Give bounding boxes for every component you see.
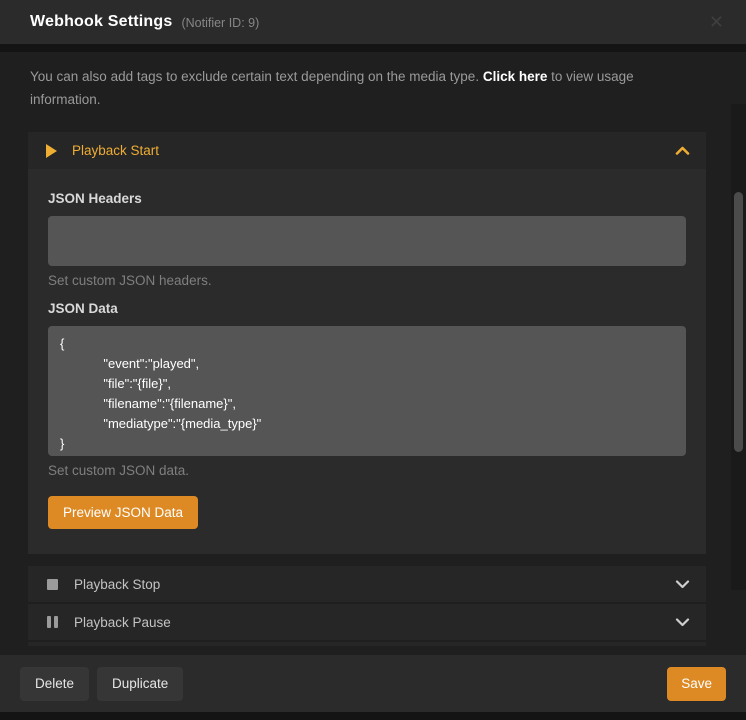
modal-body: You can also add tags to exclude certain…: [0, 52, 746, 655]
click-here-link[interactable]: Click here: [483, 69, 548, 84]
accordion-header-playback-pause[interactable]: Playback Pause: [28, 604, 706, 640]
preview-json-data-button[interactable]: Preview JSON Data: [48, 496, 198, 529]
modal-title: Webhook Settings: [30, 13, 172, 31]
duplicate-button[interactable]: Duplicate: [97, 667, 183, 701]
play-icon: [46, 144, 57, 158]
trigger-accordion: Playback Start JSON Headers Set custom J…: [28, 132, 706, 646]
panel-playback-pause: Playback Pause: [28, 604, 706, 640]
json-data-label: JSON Data: [48, 301, 686, 316]
panel-body-playback-start: JSON Headers Set custom JSON headers. JS…: [28, 169, 706, 554]
accordion-header-playback-stop[interactable]: Playback Stop: [28, 566, 706, 602]
accordion-label: Playback Stop: [74, 577, 160, 592]
chevron-up-icon[interactable]: [675, 146, 690, 155]
next-panel-cut-off: [28, 642, 706, 646]
json-data-hint: Set custom JSON data.: [48, 463, 686, 478]
header-divider: [0, 44, 746, 52]
scrollbar-thumb[interactable]: [734, 192, 743, 452]
pause-icon: [47, 616, 58, 628]
json-headers-hint: Set custom JSON headers.: [48, 273, 686, 288]
notifier-id-label: (Notifier ID: 9): [181, 16, 259, 30]
close-icon[interactable]: ✕: [705, 9, 728, 35]
panel-playback-start: Playback Start JSON Headers Set custom J…: [28, 132, 706, 554]
accordion-label: Playback Pause: [74, 615, 171, 630]
modal-footer: Delete Duplicate Save: [0, 655, 746, 712]
footer-divider: [0, 712, 746, 720]
stop-icon: [47, 579, 58, 590]
chevron-down-icon[interactable]: [675, 580, 690, 589]
json-headers-input[interactable]: [48, 216, 686, 266]
intro-text-before: You can also add tags to exclude certain…: [30, 69, 483, 84]
json-data-input[interactable]: { "event":"played", "file":"{file}", "fi…: [48, 326, 686, 456]
panel-playback-stop: Playback Stop: [28, 566, 706, 602]
accordion-label: Playback Start: [72, 143, 159, 158]
webhook-settings-modal: Webhook Settings (Notifier ID: 9) ✕ You …: [0, 0, 746, 720]
intro-text: You can also add tags to exclude certain…: [30, 65, 685, 111]
modal-header: Webhook Settings (Notifier ID: 9) ✕: [0, 0, 746, 44]
accordion-header-playback-start[interactable]: Playback Start: [28, 132, 706, 169]
chevron-down-icon[interactable]: [675, 618, 690, 627]
save-button[interactable]: Save: [667, 667, 726, 701]
delete-button[interactable]: Delete: [20, 667, 89, 701]
json-headers-label: JSON Headers: [48, 191, 686, 206]
scrollbar-track[interactable]: [731, 104, 746, 590]
